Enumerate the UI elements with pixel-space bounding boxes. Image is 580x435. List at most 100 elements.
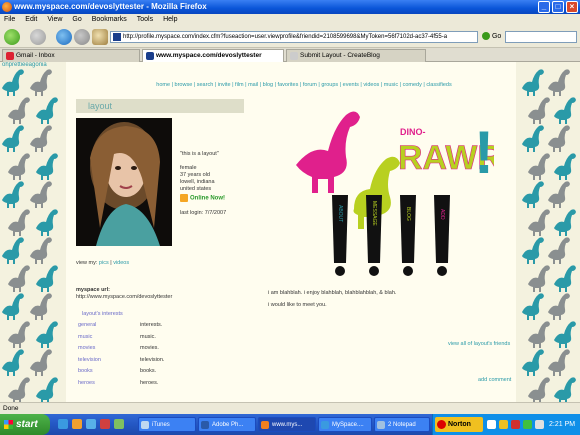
task-notepad[interactable]: 2 Notepad (374, 417, 430, 432)
dinosaur-pattern-icon (36, 153, 58, 180)
media-icon[interactable] (100, 419, 110, 429)
owner-link[interactable]: ohprettieeagonia (2, 62, 47, 68)
dinosaur-pattern-icon (522, 69, 544, 96)
volume-icon[interactable] (535, 420, 544, 429)
myspace-icon (146, 52, 154, 60)
menu-view[interactable]: View (47, 14, 62, 26)
profile-page: home | browse | search | invite | film |… (66, 62, 516, 402)
profile-photo[interactable] (76, 118, 172, 246)
start-button[interactable]: start (0, 414, 50, 435)
dinosaur-pattern-icon (36, 377, 58, 402)
page-content[interactable]: ohprettieeagonia home | browse | search … (0, 62, 580, 402)
task-itunes[interactable]: iTunes (138, 417, 196, 432)
dinosaur-pattern-icon (36, 97, 58, 124)
dinosaur-pattern-icon (522, 293, 544, 320)
dinosaur-pattern-icon (8, 377, 30, 402)
pics-link[interactable]: pics (99, 260, 109, 266)
dinosaur-pattern-icon (2, 125, 24, 152)
blurb-line-2: i would like to meet you. (268, 302, 327, 308)
norton-button[interactable]: Norton (435, 417, 483, 432)
blog-label: BLOG (405, 207, 411, 221)
add-comment-link[interactable]: add comment (478, 377, 511, 383)
tab-createblog[interactable]: Submit Layout - CreateBlog (286, 49, 426, 62)
status-text: Done (3, 405, 19, 412)
dinosaur-pattern-icon (8, 97, 30, 124)
tray-icon-3[interactable] (511, 420, 520, 429)
navigation-toolbar: http://profile.myspace.com/index.cfm?fus… (0, 26, 580, 48)
view-my-links: view my: pics | videos (76, 260, 130, 266)
window-title: www.myspace.com/devoslyttester - Mozilla… (14, 2, 207, 11)
dinosaur-pattern-icon (36, 321, 58, 348)
dinosaur-pattern-icon (30, 181, 52, 208)
search-input[interactable] (505, 31, 577, 43)
dinosaur-pattern-icon (8, 209, 30, 236)
pink-dinosaur-icon (296, 111, 360, 193)
dinosaur-pattern-icon (528, 153, 550, 180)
dinosaur-pattern-icon (522, 237, 544, 264)
menu-edit[interactable]: Edit (25, 14, 37, 26)
address-bar[interactable]: http://profile.myspace.com/index.cfm?fus… (110, 31, 478, 43)
stop-icon[interactable] (74, 29, 90, 45)
dinosaur-pattern-icon (548, 237, 570, 264)
interest-row-heroes: heroes heroes. (78, 379, 159, 386)
dinosaur-pattern-icon (554, 209, 576, 236)
dinosaur-pattern-icon (2, 69, 24, 96)
about-label: ABOUT (337, 205, 343, 222)
task-firefox[interactable]: www.mys... (258, 417, 316, 432)
tab-gmail[interactable]: Gmail - Inbox (2, 49, 140, 62)
dinosaur-pattern-icon (554, 153, 576, 180)
tray-icon-4[interactable] (523, 420, 532, 429)
add-bar[interactable]: ADD (434, 195, 450, 276)
profile-headline: "this is a layout" (180, 151, 219, 157)
close-button[interactable]: × (566, 1, 578, 13)
dinosaur-pattern-icon (528, 265, 550, 292)
dinosaur-pattern-icon (548, 349, 570, 376)
message-bar[interactable]: MESSAGE (366, 195, 382, 276)
menu-help[interactable]: Help (163, 14, 177, 26)
task-myspace[interactable]: MySpace.... (318, 417, 372, 432)
myspace-favicon-icon (113, 33, 121, 41)
about-bar[interactable]: ABOUT (332, 195, 348, 276)
windows-taskbar: start iTunes Adobe Ph... www.mys... MySp… (0, 414, 580, 435)
firefox-task-icon (261, 421, 269, 429)
tray-icon-2[interactable] (499, 420, 508, 429)
view-all-friends-link[interactable]: view all of layout's friends (448, 341, 510, 347)
menu-bookmarks[interactable]: Bookmarks (92, 14, 127, 26)
dinosaur-pattern-icon (2, 293, 24, 320)
task-photoshop[interactable]: Adobe Ph... (198, 417, 256, 432)
forward-icon[interactable] (30, 29, 46, 45)
tray-icon-1[interactable] (487, 420, 496, 429)
about-me-text: i am blahblah. i enjoy blahblah, blahbla… (268, 287, 396, 311)
reload-icon[interactable] (56, 29, 72, 45)
profile-photo-image (76, 118, 172, 246)
firefox-quicklaunch-icon[interactable] (72, 419, 82, 429)
profile-name: layout (76, 99, 244, 113)
myspace-url-label: myspace url: (76, 287, 110, 293)
videos-link[interactable]: videos (113, 260, 129, 266)
messenger-icon[interactable] (114, 419, 124, 429)
tab-bar: Gmail - Inbox www.myspace.com/devoslytte… (0, 48, 580, 62)
home-icon[interactable] (92, 29, 108, 45)
dinosaur-pattern-icon (30, 349, 52, 376)
blog-bar[interactable]: BLOG (400, 195, 416, 276)
menu-file[interactable]: File (4, 14, 15, 26)
minimize-button[interactable]: _ (538, 1, 550, 13)
dino-rawr-banner: DINO- RAWR ! ABOUT MESSAGE BLOG ADD (296, 111, 494, 276)
interest-row-books: books books. (78, 368, 157, 374)
tab-myspace[interactable]: www.myspace.com/devoslyttester (142, 49, 284, 62)
ie-icon[interactable] (58, 419, 68, 429)
dinosaur-pattern-icon (554, 377, 576, 402)
interest-row-television: television television. (78, 356, 165, 363)
dinosaur-pattern-icon (8, 153, 30, 180)
maximize-button[interactable]: □ (552, 1, 564, 13)
dinosaur-pattern-icon (528, 209, 550, 236)
menu-tools[interactable]: Tools (137, 14, 153, 26)
top-navigation[interactable]: home | browse | search | invite | film |… (114, 82, 494, 88)
back-icon[interactable] (4, 29, 20, 45)
norton-icon (437, 420, 446, 429)
window-title-bar[interactable]: www.myspace.com/devoslyttester - Mozilla… (0, 0, 580, 14)
menu-go[interactable]: Go (72, 14, 81, 26)
desktop-icon[interactable] (86, 419, 96, 429)
banner-small-text: DINO- (400, 127, 426, 137)
go-button[interactable]: Go (482, 31, 501, 43)
